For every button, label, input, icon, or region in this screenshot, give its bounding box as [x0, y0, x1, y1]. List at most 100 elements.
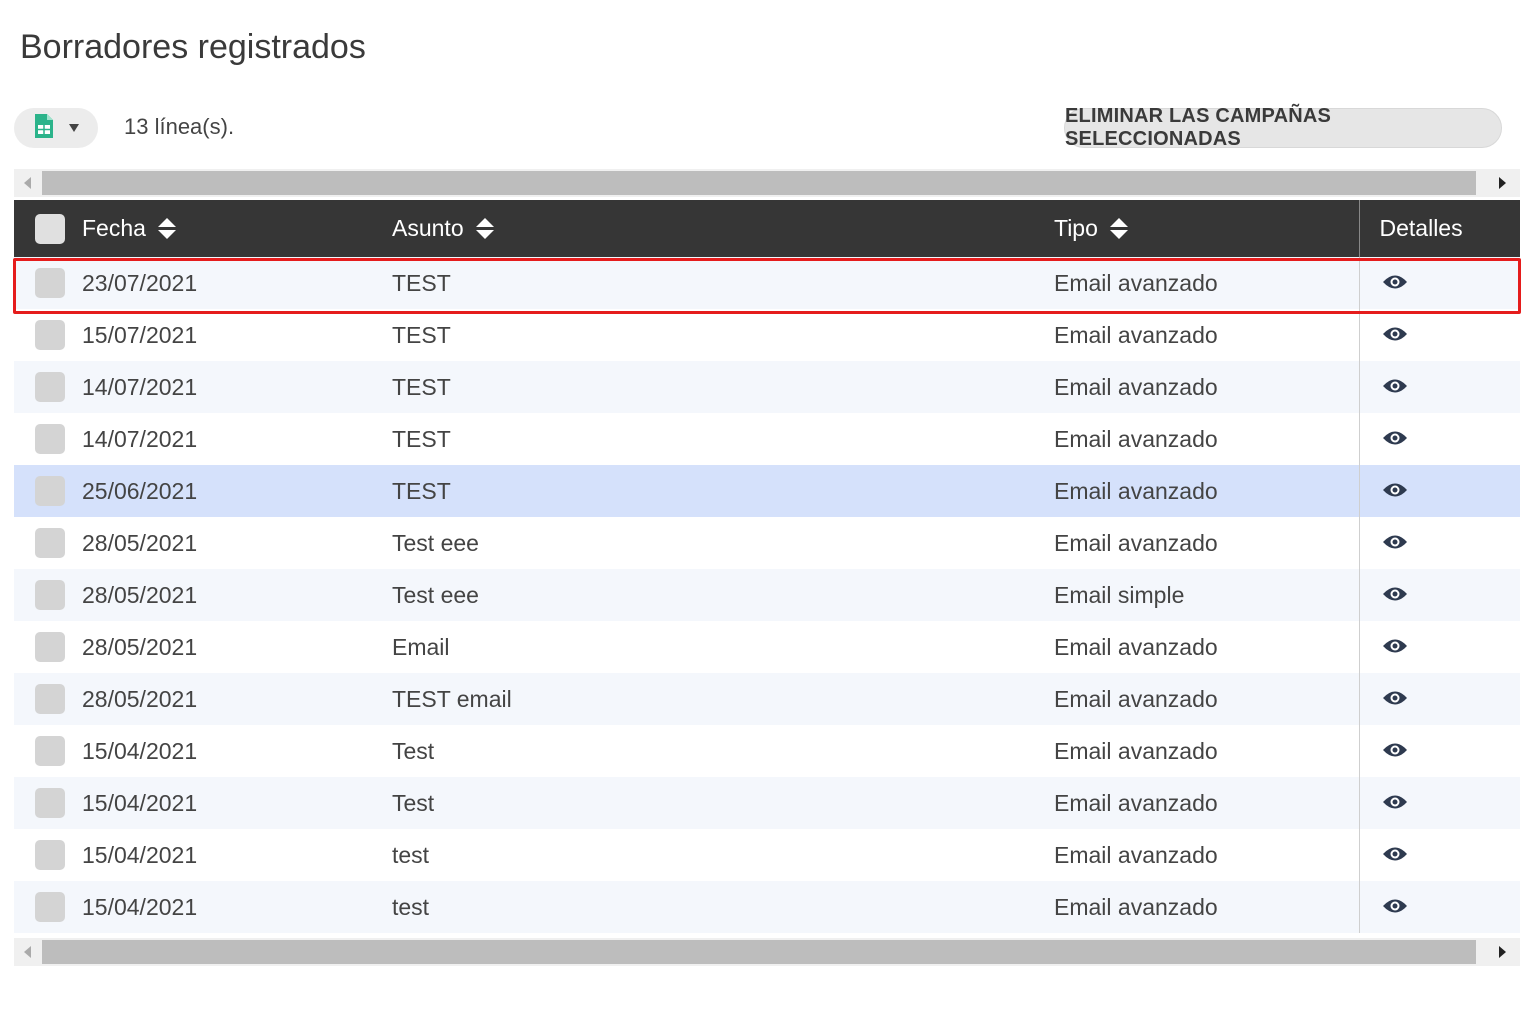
cell-fecha: 28/05/2021 [82, 517, 392, 569]
row-checkbox[interactable] [35, 840, 65, 870]
eye-icon[interactable] [1382, 793, 1408, 811]
eye-icon[interactable] [1382, 585, 1408, 603]
cell-fecha: 15/04/2021 [82, 777, 392, 829]
sort-icon[interactable] [1109, 218, 1128, 239]
cell-fecha: 23/07/2021 [82, 257, 392, 309]
eye-icon[interactable] [1382, 325, 1408, 343]
scroll-left-icon[interactable] [24, 177, 31, 189]
cell-tipo: Email avanzado [1054, 725, 1359, 777]
row-checkbox[interactable] [35, 736, 65, 766]
cell-detalles [1358, 621, 1520, 673]
table-row[interactable]: 28/05/2021 Email Email avanzado [14, 621, 1520, 673]
column-label-tipo: Tipo [1054, 215, 1098, 241]
table-row[interactable]: 25/06/2021 TEST Email avanzado [14, 465, 1520, 517]
eye-icon[interactable] [1382, 741, 1408, 759]
table-row[interactable]: 28/05/2021 Test eee Email avanzado [14, 517, 1520, 569]
row-checkbox[interactable] [35, 892, 65, 922]
cell-fecha: 28/05/2021 [82, 621, 392, 673]
cell-tipo: Email avanzado [1054, 309, 1359, 361]
eye-icon[interactable] [1382, 845, 1408, 863]
eye-icon[interactable] [1382, 273, 1408, 291]
horizontal-scrollbar-top[interactable] [14, 169, 1520, 197]
table-row[interactable]: 14/07/2021 TEST Email avanzado [14, 413, 1520, 465]
sort-icon[interactable] [157, 218, 176, 239]
cell-tipo: Email avanzado [1054, 361, 1359, 413]
column-header-tipo[interactable]: Tipo [1054, 200, 1359, 257]
cell-asunto: Test eee [392, 517, 1054, 569]
cell-detalles [1358, 569, 1520, 621]
cell-detalles [1358, 465, 1520, 517]
cell-tipo: Email avanzado [1054, 257, 1359, 309]
cell-fecha: 14/07/2021 [82, 413, 392, 465]
eye-icon[interactable] [1382, 897, 1408, 915]
eye-icon[interactable] [1382, 533, 1408, 551]
scroll-left-icon[interactable] [24, 946, 31, 958]
cell-asunto: TEST email [392, 673, 1054, 725]
row-checkbox[interactable] [35, 580, 65, 610]
cell-tipo: Email avanzado [1054, 829, 1359, 881]
table-row[interactable]: 14/07/2021 TEST Email avanzado [14, 361, 1520, 413]
table-row[interactable]: 23/07/2021 TEST Email avanzado [14, 257, 1520, 309]
row-checkbox[interactable] [35, 632, 65, 662]
cell-fecha: 28/05/2021 [82, 673, 392, 725]
export-dropdown-button[interactable] [14, 108, 98, 148]
cell-fecha: 14/07/2021 [82, 361, 392, 413]
select-all-checkbox[interactable] [35, 213, 65, 244]
table-row[interactable]: 28/05/2021 Test eee Email simple [14, 569, 1520, 621]
cell-asunto: TEST [392, 465, 1054, 517]
row-checkbox[interactable] [35, 268, 65, 298]
scroll-right-icon[interactable] [1499, 946, 1506, 958]
row-checkbox[interactable] [35, 528, 65, 558]
column-label-asunto: Asunto [392, 215, 464, 241]
cell-asunto: TEST [392, 413, 1054, 465]
cell-asunto: TEST [392, 361, 1054, 413]
eye-icon[interactable] [1382, 637, 1408, 655]
table-row[interactable]: 15/04/2021 test Email avanzado [14, 881, 1520, 933]
row-checkbox[interactable] [35, 788, 65, 818]
column-header-asunto[interactable]: Asunto [392, 200, 1054, 257]
table-row[interactable]: 15/04/2021 Test Email avanzado [14, 777, 1520, 829]
scroll-right-icon[interactable] [1499, 177, 1506, 189]
cell-tipo: Email avanzado [1054, 621, 1359, 673]
table-row[interactable]: 15/07/2021 TEST Email avanzado [14, 309, 1520, 361]
eye-icon[interactable] [1382, 429, 1408, 447]
cell-fecha: 15/07/2021 [82, 309, 392, 361]
cell-asunto: Test eee [392, 569, 1054, 621]
cell-asunto: TEST [392, 309, 1054, 361]
cell-detalles [1358, 517, 1520, 569]
eye-icon[interactable] [1382, 689, 1408, 707]
cell-asunto: TEST [392, 257, 1054, 309]
table-row[interactable]: 15/04/2021 Test Email avanzado [14, 725, 1520, 777]
page-title: Borradores registrados [20, 28, 366, 66]
cell-asunto: test [392, 881, 1054, 933]
cell-asunto: test [392, 829, 1054, 881]
eye-icon[interactable] [1382, 377, 1408, 395]
cell-detalles [1358, 725, 1520, 777]
scrollbar-thumb[interactable] [42, 940, 1476, 964]
scrollbar-thumb[interactable] [42, 171, 1476, 195]
sort-icon[interactable] [475, 218, 494, 239]
column-label-fecha: Fecha [82, 215, 146, 241]
cell-fecha: 25/06/2021 [82, 465, 392, 517]
spreadsheet-icon [33, 113, 55, 144]
column-header-fecha[interactable]: Fecha [82, 200, 392, 257]
cell-asunto: Test [392, 725, 1054, 777]
cell-tipo: Email avanzado [1054, 465, 1359, 517]
row-checkbox[interactable] [35, 320, 65, 350]
cell-fecha: 15/04/2021 [82, 829, 392, 881]
table-row[interactable]: 28/05/2021 TEST email Email avanzado [14, 673, 1520, 725]
delete-selected-campaigns-button[interactable]: ELIMINAR LAS CAMPAÑAS SELECCIONADAS [1064, 105, 1502, 150]
row-checkbox[interactable] [35, 424, 65, 454]
table-row[interactable]: 15/04/2021 test Email avanzado [14, 829, 1520, 881]
row-checkbox[interactable] [35, 372, 65, 402]
cell-detalles [1358, 673, 1520, 725]
eye-icon[interactable] [1382, 481, 1408, 499]
row-checkbox[interactable] [35, 476, 65, 506]
row-count: 13 línea(s). [124, 114, 235, 139]
column-header-detalles: Detalles [1358, 200, 1520, 257]
horizontal-scrollbar-bottom[interactable] [14, 938, 1520, 966]
cell-fecha: 15/04/2021 [82, 881, 392, 933]
cell-asunto: Email [392, 621, 1054, 673]
cell-detalles [1358, 413, 1520, 465]
row-checkbox[interactable] [35, 684, 65, 714]
